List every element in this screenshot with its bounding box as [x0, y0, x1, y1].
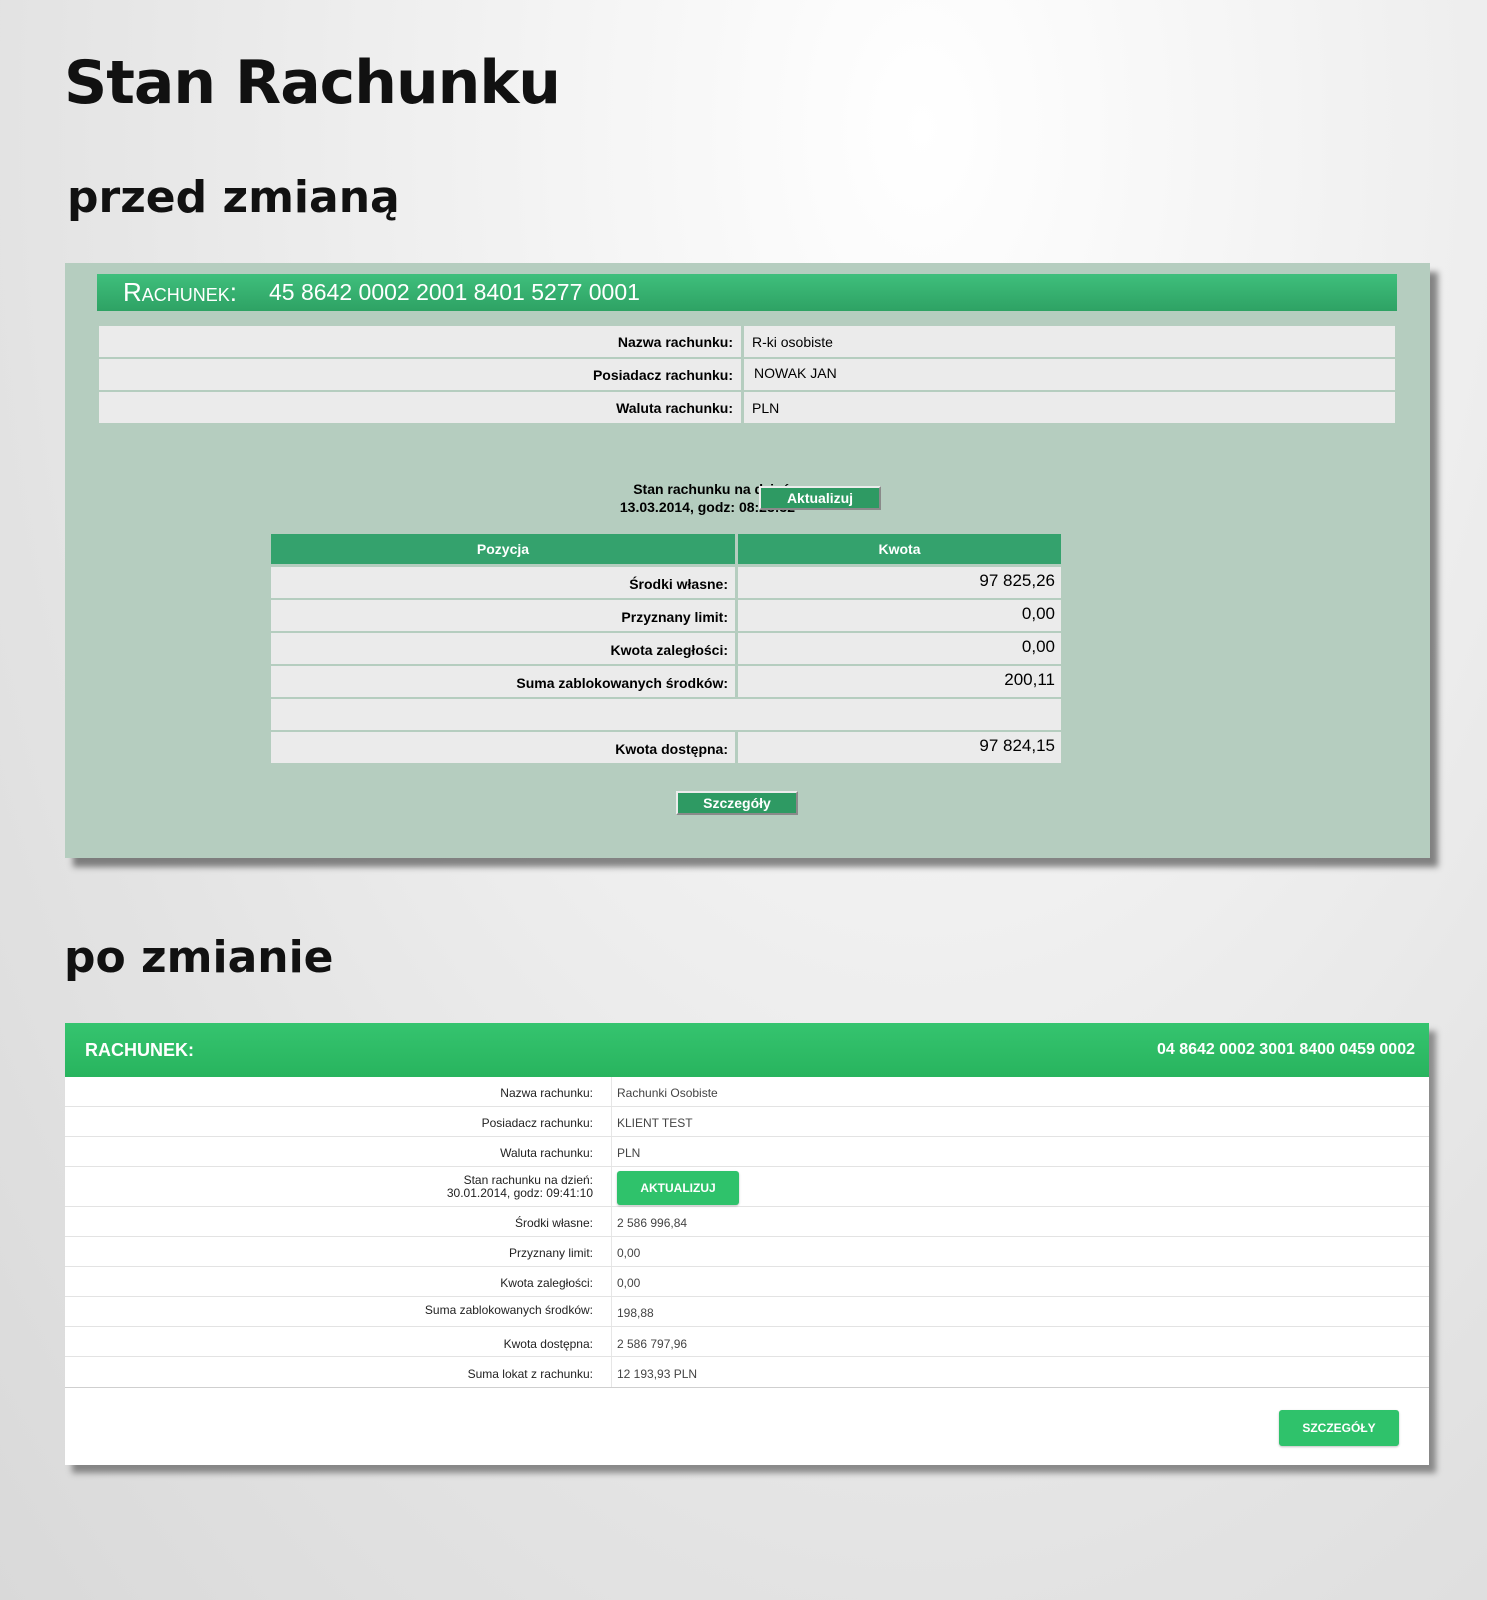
- old-balance-date: Stan rachunku na dzień: 13.03.2014, godz…: [405, 480, 795, 516]
- new-account-panel: RACHUNEK: 04 8642 0002 3001 8400 0459 00…: [65, 1023, 1429, 1465]
- column-divider: [611, 1357, 612, 1387]
- table-row-value: 0,00: [738, 600, 1061, 631]
- after-section-label: po zmianie: [64, 932, 334, 983]
- list-item-value: 0,00: [617, 1246, 641, 1260]
- old-account-header-label: Rachunek:: [123, 277, 238, 307]
- old-details-button[interactable]: Szczegóły: [676, 791, 798, 815]
- list-item-value: 2 586 797,96: [617, 1337, 688, 1351]
- list-item-value: KLIENT TEST: [617, 1116, 693, 1130]
- column-divider: [611, 1207, 612, 1236]
- new-update-button[interactable]: AKTUALIZUJ: [617, 1171, 739, 1205]
- old-info-label: Nazwa rachunku:: [99, 326, 741, 357]
- old-table-header-amount: Kwota: [738, 534, 1061, 564]
- list-item: Nazwa rachunku: Rachunki Osobiste: [65, 1077, 1429, 1107]
- new-details-button[interactable]: SZCZEGÓŁY: [1279, 1410, 1399, 1446]
- list-item: Kwota zaległości: 0,00: [65, 1267, 1429, 1297]
- table-row-label: Środki własne:: [271, 567, 735, 598]
- table-row: Kwota zaległości: 0,00: [271, 633, 1061, 664]
- new-account-number: 04 8642 0002 3001 8400 0459 0002: [1156, 1041, 1415, 1058]
- old-info-row: Posiadacz rachunku: NOWAK JAN: [99, 359, 1395, 390]
- list-item: Stan rachunku na dzień: 30.01.2014, godz…: [65, 1167, 1429, 1207]
- old-balance-date-line2: 13.03.2014, godz: 08:23:32: [619, 499, 795, 515]
- list-item: Suma zablokowanych środków: 198,88: [65, 1297, 1429, 1327]
- table-row: Środki własne: 97 825,26: [271, 567, 1061, 598]
- column-divider: [611, 1107, 612, 1136]
- list-item-value: PLN: [617, 1146, 641, 1160]
- table-row-spacer: [271, 699, 1061, 730]
- old-update-button[interactable]: Aktualizuj: [759, 486, 881, 510]
- list-item: Suma lokat z rachunku: 12 193,93 PLN: [65, 1357, 1429, 1388]
- column-divider: [611, 1077, 612, 1106]
- list-item-value: 12 193,93 PLN: [617, 1367, 698, 1381]
- list-item-label: Kwota dostępna:: [503, 1337, 593, 1351]
- old-table-header-position: Pozycja: [271, 534, 735, 564]
- new-account-header: RACHUNEK: 04 8642 0002 3001 8400 0459 00…: [65, 1023, 1429, 1077]
- column-divider: [611, 1267, 612, 1296]
- old-info-label: Posiadacz rachunku:: [99, 359, 741, 390]
- list-item-label: Przyznany limit:: [508, 1246, 593, 1260]
- old-info-row: Nazwa rachunku: R-ki osobiste: [99, 326, 1395, 357]
- list-item: Przyznany limit: 0,00: [65, 1237, 1429, 1267]
- column-divider: [611, 1297, 612, 1326]
- list-item-label: Posiadacz rachunku:: [481, 1116, 593, 1130]
- new-balance-date: Stan rachunku na dzień: 30.01.2014, godz…: [65, 1174, 593, 1200]
- new-account-header-label: RACHUNEK:: [85, 1040, 194, 1060]
- column-divider: [611, 1137, 612, 1166]
- old-account-header: Rachunek: 45 8642 0002 2001 8401 5277 00…: [97, 274, 1397, 311]
- list-item-label: Nazwa rachunku:: [500, 1086, 593, 1100]
- old-info-row: Waluta rachunku: PLN: [99, 392, 1395, 423]
- column-divider: [611, 1237, 612, 1266]
- table-row-value: 97 825,26: [738, 567, 1061, 598]
- list-item-label: Suma lokat z rachunku:: [467, 1367, 593, 1381]
- table-row-label: Przyznany limit:: [271, 600, 735, 631]
- old-info-label: Waluta rachunku:: [99, 392, 741, 423]
- old-balance-date-line1: Stan rachunku na dzień:: [633, 481, 795, 497]
- old-info-value: PLN: [744, 392, 1395, 423]
- table-row-value: 0,00: [738, 633, 1061, 664]
- table-row-value: 200,11: [738, 666, 1061, 697]
- list-item: Posiadacz rachunku: KLIENT TEST: [65, 1107, 1429, 1137]
- list-item-label: Kwota zaległości:: [500, 1276, 593, 1290]
- table-row-label: Kwota dostępna:: [271, 732, 735, 763]
- table-row: Suma zablokowanych środków: 200,11: [271, 666, 1061, 697]
- old-info-value: NOWAK JAN: [744, 359, 1395, 390]
- new-balance-date-line2: 30.01.2014, godz: 09:41:10: [446, 1186, 593, 1200]
- column-divider: [611, 1167, 612, 1206]
- list-item-value: Rachunki Osobiste: [617, 1086, 718, 1100]
- old-account-number: 45 8642 0002 2001 8401 5277 0001: [269, 279, 640, 305]
- list-item-label: Waluta rachunku:: [500, 1146, 593, 1160]
- list-item-label: Suma zablokowanych środków:: [424, 1303, 593, 1317]
- old-info-value: R-ki osobiste: [744, 326, 1395, 357]
- list-item-value: 198,88: [617, 1306, 654, 1320]
- list-item-value: 0,00: [617, 1276, 641, 1290]
- table-row-value: 97 824,15: [738, 732, 1061, 763]
- table-row: Przyznany limit: 0,00: [271, 600, 1061, 631]
- list-item-label: Środki własne:: [514, 1216, 593, 1230]
- old-account-panel: Rachunek: 45 8642 0002 2001 8401 5277 00…: [65, 263, 1430, 858]
- table-row-spacer-cell: [271, 699, 1061, 730]
- page-title: Stan Rachunku: [64, 48, 561, 118]
- list-item: Waluta rachunku: PLN: [65, 1137, 1429, 1167]
- list-item-value: 2 586 996,84: [617, 1216, 688, 1230]
- table-row-label: Kwota zaległości:: [271, 633, 735, 664]
- table-row-label: Suma zablokowanych środków:: [271, 666, 735, 697]
- list-item: Środki własne: 2 586 996,84: [65, 1207, 1429, 1237]
- list-item: Kwota dostępna: 2 586 797,96: [65, 1327, 1429, 1357]
- table-row: Kwota dostępna: 97 824,15: [271, 732, 1061, 763]
- before-section-label: przed zmianą: [67, 172, 400, 223]
- column-divider: [611, 1327, 612, 1356]
